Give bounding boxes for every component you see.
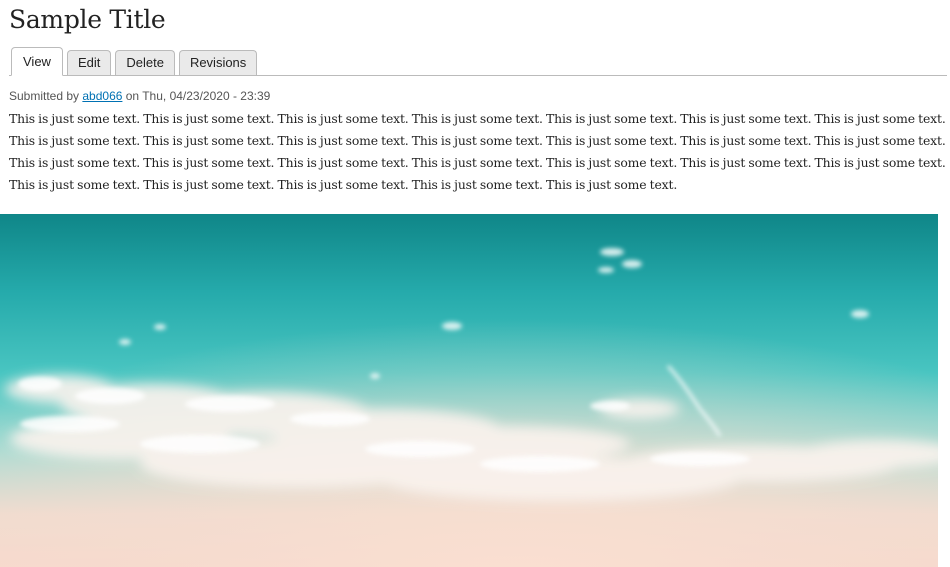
page-container: Sample Title View Edit Delete Revisions … (9, 0, 947, 196)
tab-bar: View Edit Delete Revisions (9, 47, 947, 76)
submitted-info: Submitted by abd066 on Thu, 04/23/2020 -… (9, 88, 947, 104)
tab-revisions[interactable]: Revisions (178, 50, 258, 75)
sky-clouds-image (0, 214, 938, 567)
hero-image (0, 214, 938, 567)
tab-edit[interactable]: Edit (66, 50, 112, 75)
tab-delete[interactable]: Delete (115, 50, 175, 75)
tab-view[interactable]: View (11, 47, 63, 76)
body-text: This is just some text. This is just som… (9, 111, 946, 192)
submitted-prefix: Submitted by (9, 89, 83, 103)
page-title: Sample Title (9, 5, 166, 34)
author-link[interactable]: abd066 (82, 89, 122, 103)
submitted-date: on Thu, 04/23/2020 - 23:39 (122, 89, 271, 103)
